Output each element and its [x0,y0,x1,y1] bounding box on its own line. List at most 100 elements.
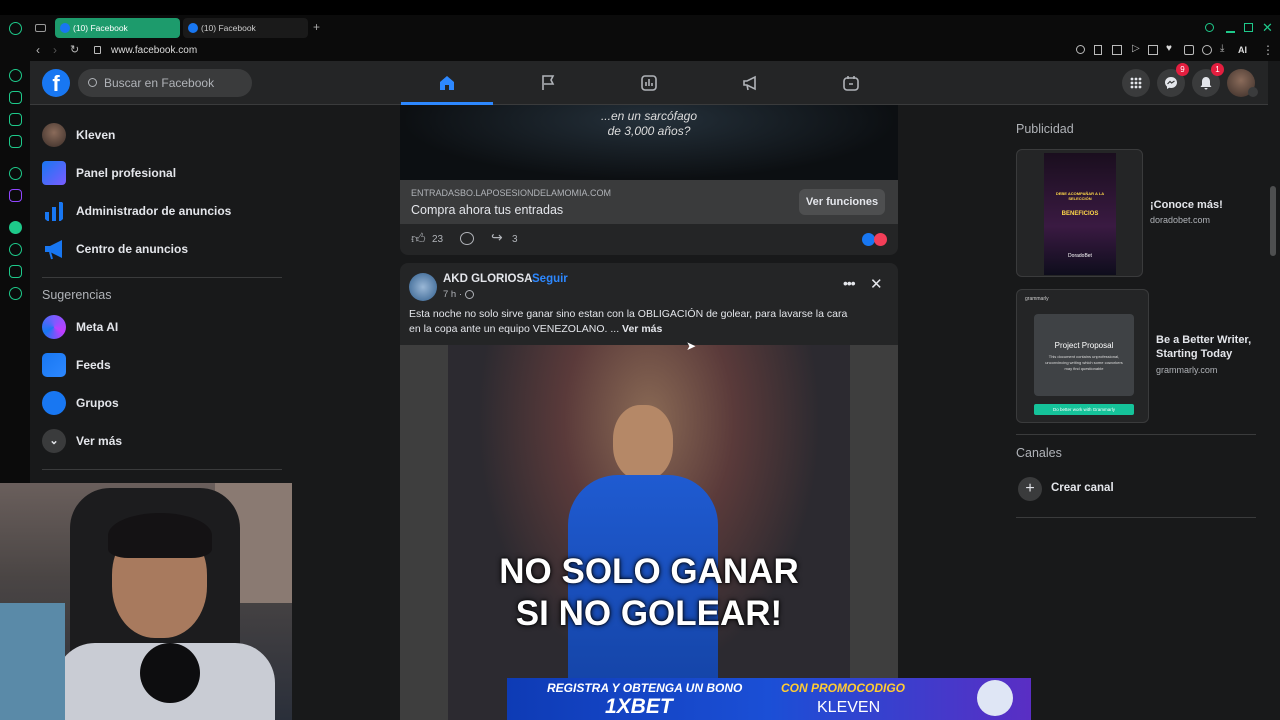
doc-body: This document contains unprofessional, u… [1045,354,1123,371]
reload-icon[interactable]: ↻ [70,43,79,56]
post-image[interactable]: NO SOLO GANAR SI NO GOLEAR! [400,345,898,720]
create-channel-button[interactable]: + Crear canal [1016,473,1256,505]
tab-home[interactable] [401,61,493,105]
lock-icon [94,46,101,54]
tab-pages[interactable] [502,61,594,105]
screenshot-icon[interactable] [1112,45,1122,55]
profile-icon[interactable] [1202,45,1212,55]
sidebar-item-ads-manager[interactable]: Administrador de anuncios [42,193,282,229]
chevron-down-icon[interactable] [1248,87,1258,97]
plus-icon: + [1018,477,1042,501]
ad-title: ¡Conoce más! [1150,199,1223,211]
rail-spotify-icon[interactable] [9,221,22,234]
right-divider [1016,517,1256,518]
sidebar-item-meta-ai[interactable]: Meta AI [42,309,282,345]
sidebar-item-profile[interactable]: Kleven [42,117,282,153]
ad-image[interactable]: ...en un sarcófago de 3,000 años? [400,105,898,180]
close-window-icon[interactable]: ✕ [1262,20,1273,36]
post-author-avatar[interactable] [409,273,437,301]
pin-icon[interactable] [1094,45,1102,55]
rail-openai-icon[interactable] [9,167,22,180]
post-time[interactable]: 7 h · [443,289,462,300]
rail-twitch-icon[interactable] [9,189,22,202]
page-scrollbar[interactable] [1268,61,1280,720]
bell-icon [1200,77,1212,90]
post-text-line: en la copa ante un equipo VENEZOLANO. ..… [409,322,889,337]
share-count: 3 [512,234,518,245]
rail-bookmarks-icon[interactable] [9,91,22,104]
ad-image-caption: ...en un sarcófago de 3,000 años? [400,109,898,139]
ad-domain: ENTRADASBO.LAPOSESIONDELAMOMIA.COM [411,188,612,198]
more-options-icon[interactable]: ••• [843,275,856,291]
follow-link[interactable]: Seguir [532,273,568,285]
feeds-icon [42,353,66,377]
ad-thumbnail: grammarly Project Proposal This document… [1016,289,1149,423]
download-icon[interactable]: ⤓ [1220,43,1224,54]
facebook-logo[interactable]: f [42,69,70,97]
see-more-link[interactable]: Ver más [622,323,662,335]
sidebar-item-groups[interactable]: Grupos [42,385,282,421]
post-author[interactable]: AKD GLORIOSA [443,273,532,285]
ad-item[interactable]: grammarly Project Proposal This document… [1016,289,1256,423]
play-icon[interactable]: ▷ [1132,43,1140,54]
menu-icon[interactable]: ⋮ [1262,43,1274,57]
maximize-icon[interactable] [1244,23,1253,32]
tab-professional-dashboard[interactable] [603,61,695,105]
like-icon[interactable]: 👍︎ [411,230,426,247]
search-icon[interactable] [1205,23,1214,32]
ad-title: Be a Better Writer, Starting Today [1156,334,1252,360]
forward-icon[interactable]: › [53,43,57,57]
sidebar-divider [42,469,282,470]
post-image-caption: NO SOLO GANAR SI NO GOLEAR! [400,551,898,635]
tab-bar: (10) Facebook (10) Facebook + ✕ [0,15,1280,41]
tab-ads[interactable] [704,61,796,105]
search-placeholder: Buscar en Facebook [104,76,215,90]
tab-manager-icon[interactable] [35,24,46,32]
url-field[interactable]: www.facebook.com [111,45,197,56]
sidebar-item-ad-center[interactable]: Centro de anuncios [42,231,282,267]
sidebar-icon[interactable] [1148,45,1158,55]
rail-mail-icon[interactable] [9,135,22,148]
close-icon[interactable]: ✕ [870,275,883,293]
comment-icon[interactable] [460,232,474,245]
browser-tab-active[interactable]: (10) Facebook [55,18,180,38]
zoom-icon[interactable] [1076,45,1085,54]
browser-logo-icon[interactable] [9,22,22,35]
sidebar-item-see-more[interactable]: ⌄ Ver más [42,423,282,459]
ad-item[interactable]: DEBE ACOMPAÑAR A LA SELECCIÓN BENEFICIOS… [1016,149,1256,277]
rail-clock-icon[interactable] [9,243,22,256]
sidebar-item-professional-dashboard[interactable]: Panel profesional [42,155,282,191]
search-input[interactable]: Buscar en Facebook [78,69,252,97]
ad-caption-line: de 3,000 años? [607,124,691,138]
promo-right-text: CON PROMOCODIGO [781,681,906,695]
rail-settings-icon[interactable] [9,287,22,300]
gaming-icon [843,76,859,91]
share-icon[interactable]: ↪ [491,229,503,246]
notifications-button[interactable]: 1 [1192,63,1224,97]
ad-link-box[interactable]: ENTRADASBO.LAPOSESIONDELAMOMIA.COM Compr… [400,180,898,224]
minimize-icon[interactable] [1226,31,1235,33]
ai-button[interactable]: AI [1238,45,1247,55]
sponsored-post: ...en un sarcófago de 3,000 años? ENTRAD… [400,105,898,255]
new-tab-button[interactable]: + [313,20,320,34]
tab-gaming[interactable] [805,61,897,105]
rail-notes-icon[interactable] [9,113,22,126]
rail-history-icon[interactable] [9,69,22,82]
messenger-button[interactable]: 9 [1157,63,1189,97]
doc-heading: Project Proposal [1054,341,1114,350]
grammarly-doc: Project Proposal This document contains … [1034,314,1134,396]
rail-share-icon[interactable] [9,265,22,278]
extensions-icon[interactable] [1184,45,1194,55]
heart-icon[interactable]: ♥ [1166,43,1172,54]
back-icon[interactable]: ‹ [36,43,40,57]
sidebar-item-feeds[interactable]: Feeds [42,347,282,383]
menu-grid-button[interactable] [1122,69,1150,97]
sidebar-item-label: Panel profesional [76,166,177,180]
browser-tab[interactable]: (10) Facebook [183,18,308,38]
messenger-icon [1165,77,1177,89]
banner-text: DoradoBet [1068,253,1092,259]
messenger-badge: 9 [1176,63,1189,76]
scrollbar-thumb[interactable] [1270,186,1276,256]
promo-code: KLEVEN [817,699,881,716]
ver-funciones-button[interactable]: Ver funciones [799,189,885,215]
